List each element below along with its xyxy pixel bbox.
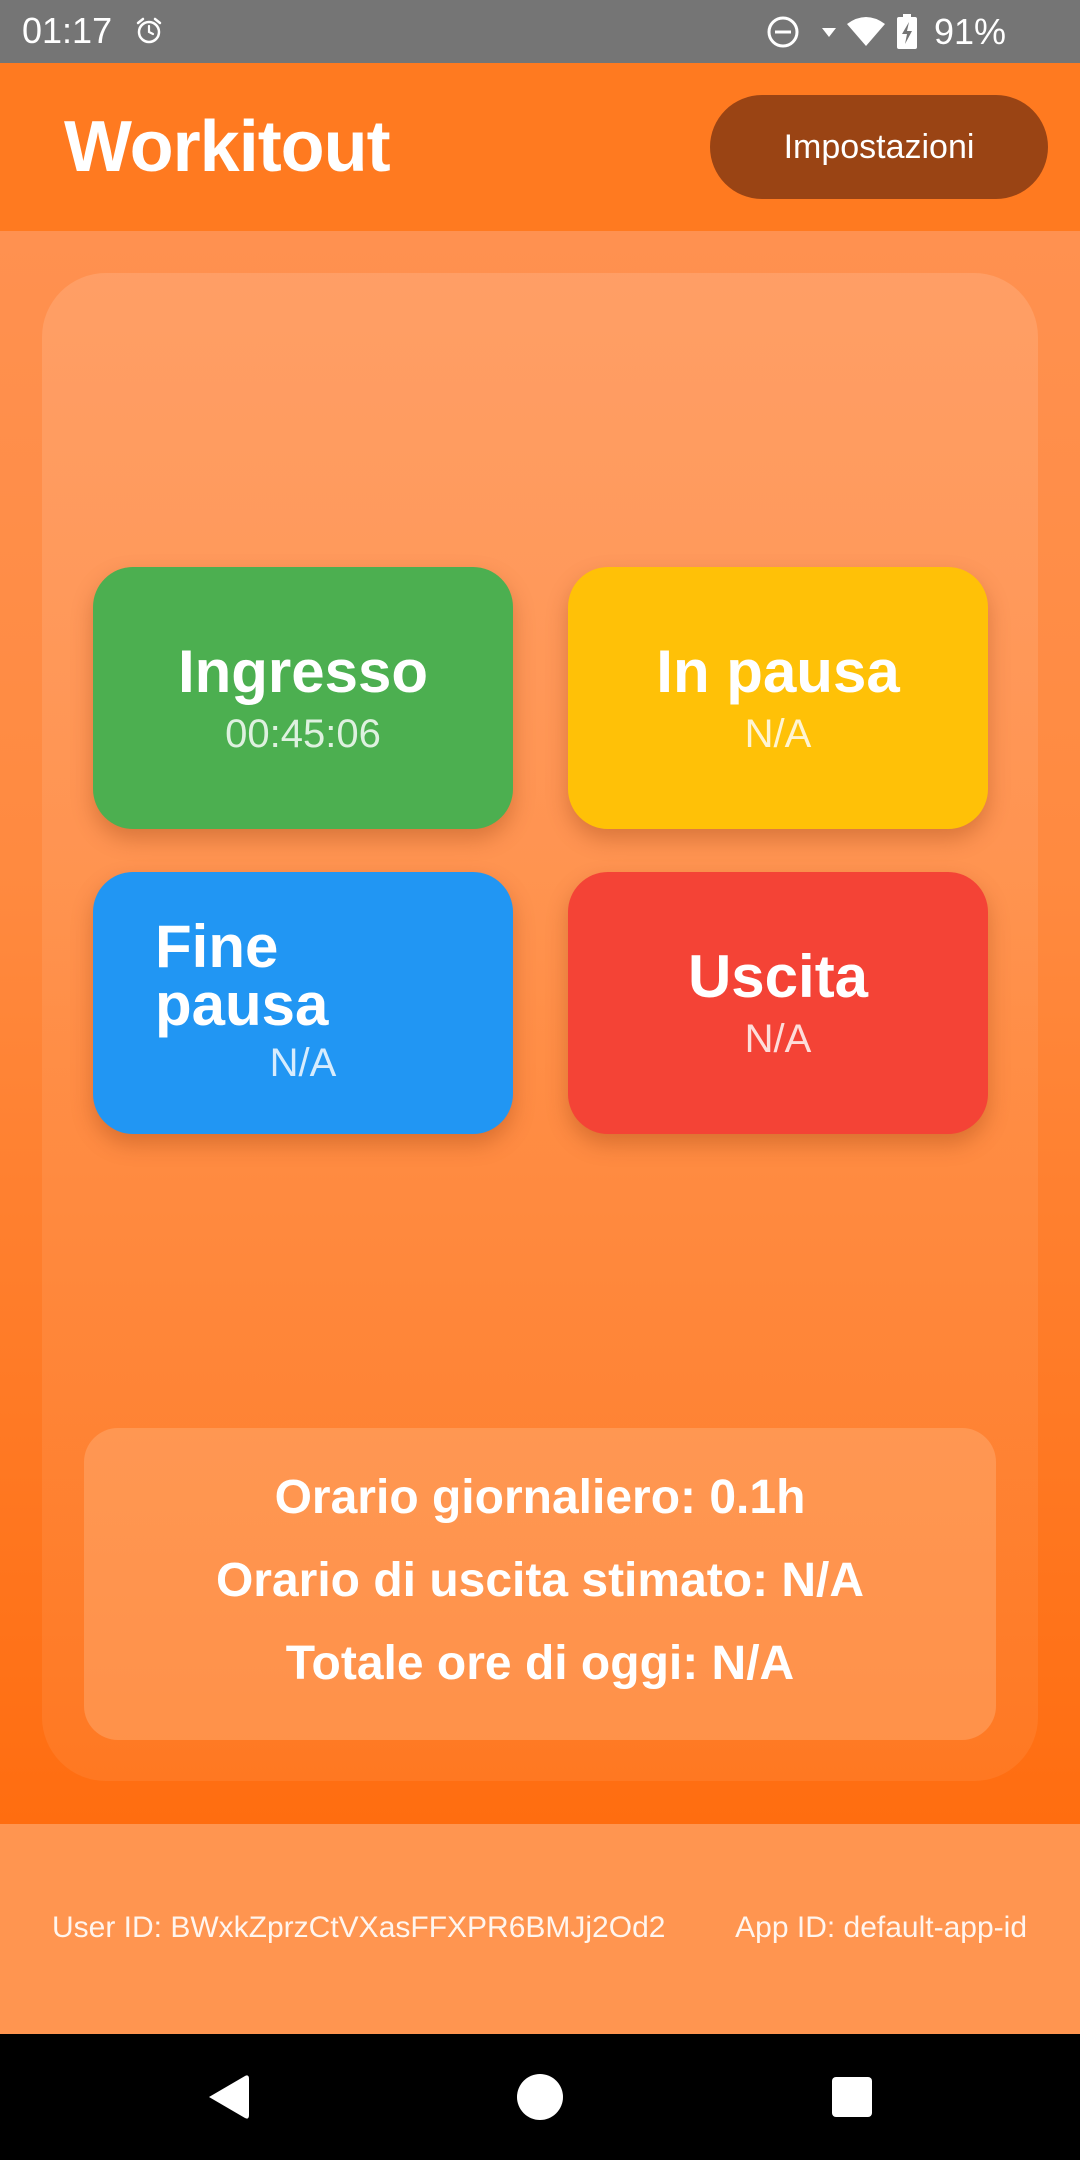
signal-dropdown-icon [821,28,836,37]
app-screen: 01:17 91% Workitout Impostazioni Ingress… [0,0,1080,2160]
recents-button[interactable] [817,2062,887,2132]
app-title: Workitout [64,107,391,187]
estimated-exit-text: Orario di uscita stimato: N/A [215,1554,865,1607]
wifi-icon [846,17,885,46]
uscita-time: N/A [744,1017,812,1061]
total-today-text: Totale ore di oggi: N/A [285,1637,795,1690]
home-button[interactable] [505,2062,575,2132]
battery-percent: 91% [933,11,1006,52]
ingresso-button[interactable]: Ingresso 00:45:06 [93,567,513,829]
app-header: Workitout Impostazioni [0,63,1080,231]
uscita-button[interactable]: Uscita N/A [568,872,988,1134]
status-bar: 01:17 91% [0,0,1080,63]
uscita-label: Uscita [687,943,869,1010]
in-pausa-time: N/A [744,712,812,756]
fine-pausa-button[interactable]: Fine pausa N/A [93,872,513,1134]
status-time: 01:17 [22,10,113,51]
do-not-disturb-icon [767,16,799,48]
home-icon [517,2074,563,2120]
summary-box: Orario giornaliero: 0.1h Orario di uscit… [84,1428,996,1740]
settings-button[interactable]: Impostazioni [710,95,1048,199]
back-icon [209,2075,249,2119]
fine-pausa-label: Fine pausa [155,913,329,1038]
status-icons: 91% [766,10,1006,54]
fine-pausa-time: N/A [269,1041,337,1085]
ingresso-label: Ingresso [177,638,429,705]
battery-charging-icon [896,14,917,49]
in-pausa-label: In pausa [656,638,900,705]
alarm-icon [136,17,162,44]
recents-icon [832,2077,872,2117]
navigation-bar [0,2034,1080,2160]
footer: User ID: BWxkZprzCtVXasFFXPR6BMJj2Od2 Ap… [0,1824,1080,2034]
user-id-text: User ID: BWxkZprzCtVXasFFXPR6BMJj2Od2 [52,1911,666,1944]
in-pausa-button[interactable]: In pausa N/A [568,567,988,829]
daily-hours-text: Orario giornaliero: 0.1h [274,1471,806,1524]
app-id-text: App ID: default-app-id [735,1911,1027,1944]
back-button[interactable] [193,2062,263,2132]
ingresso-time: 00:45:06 [225,712,381,756]
